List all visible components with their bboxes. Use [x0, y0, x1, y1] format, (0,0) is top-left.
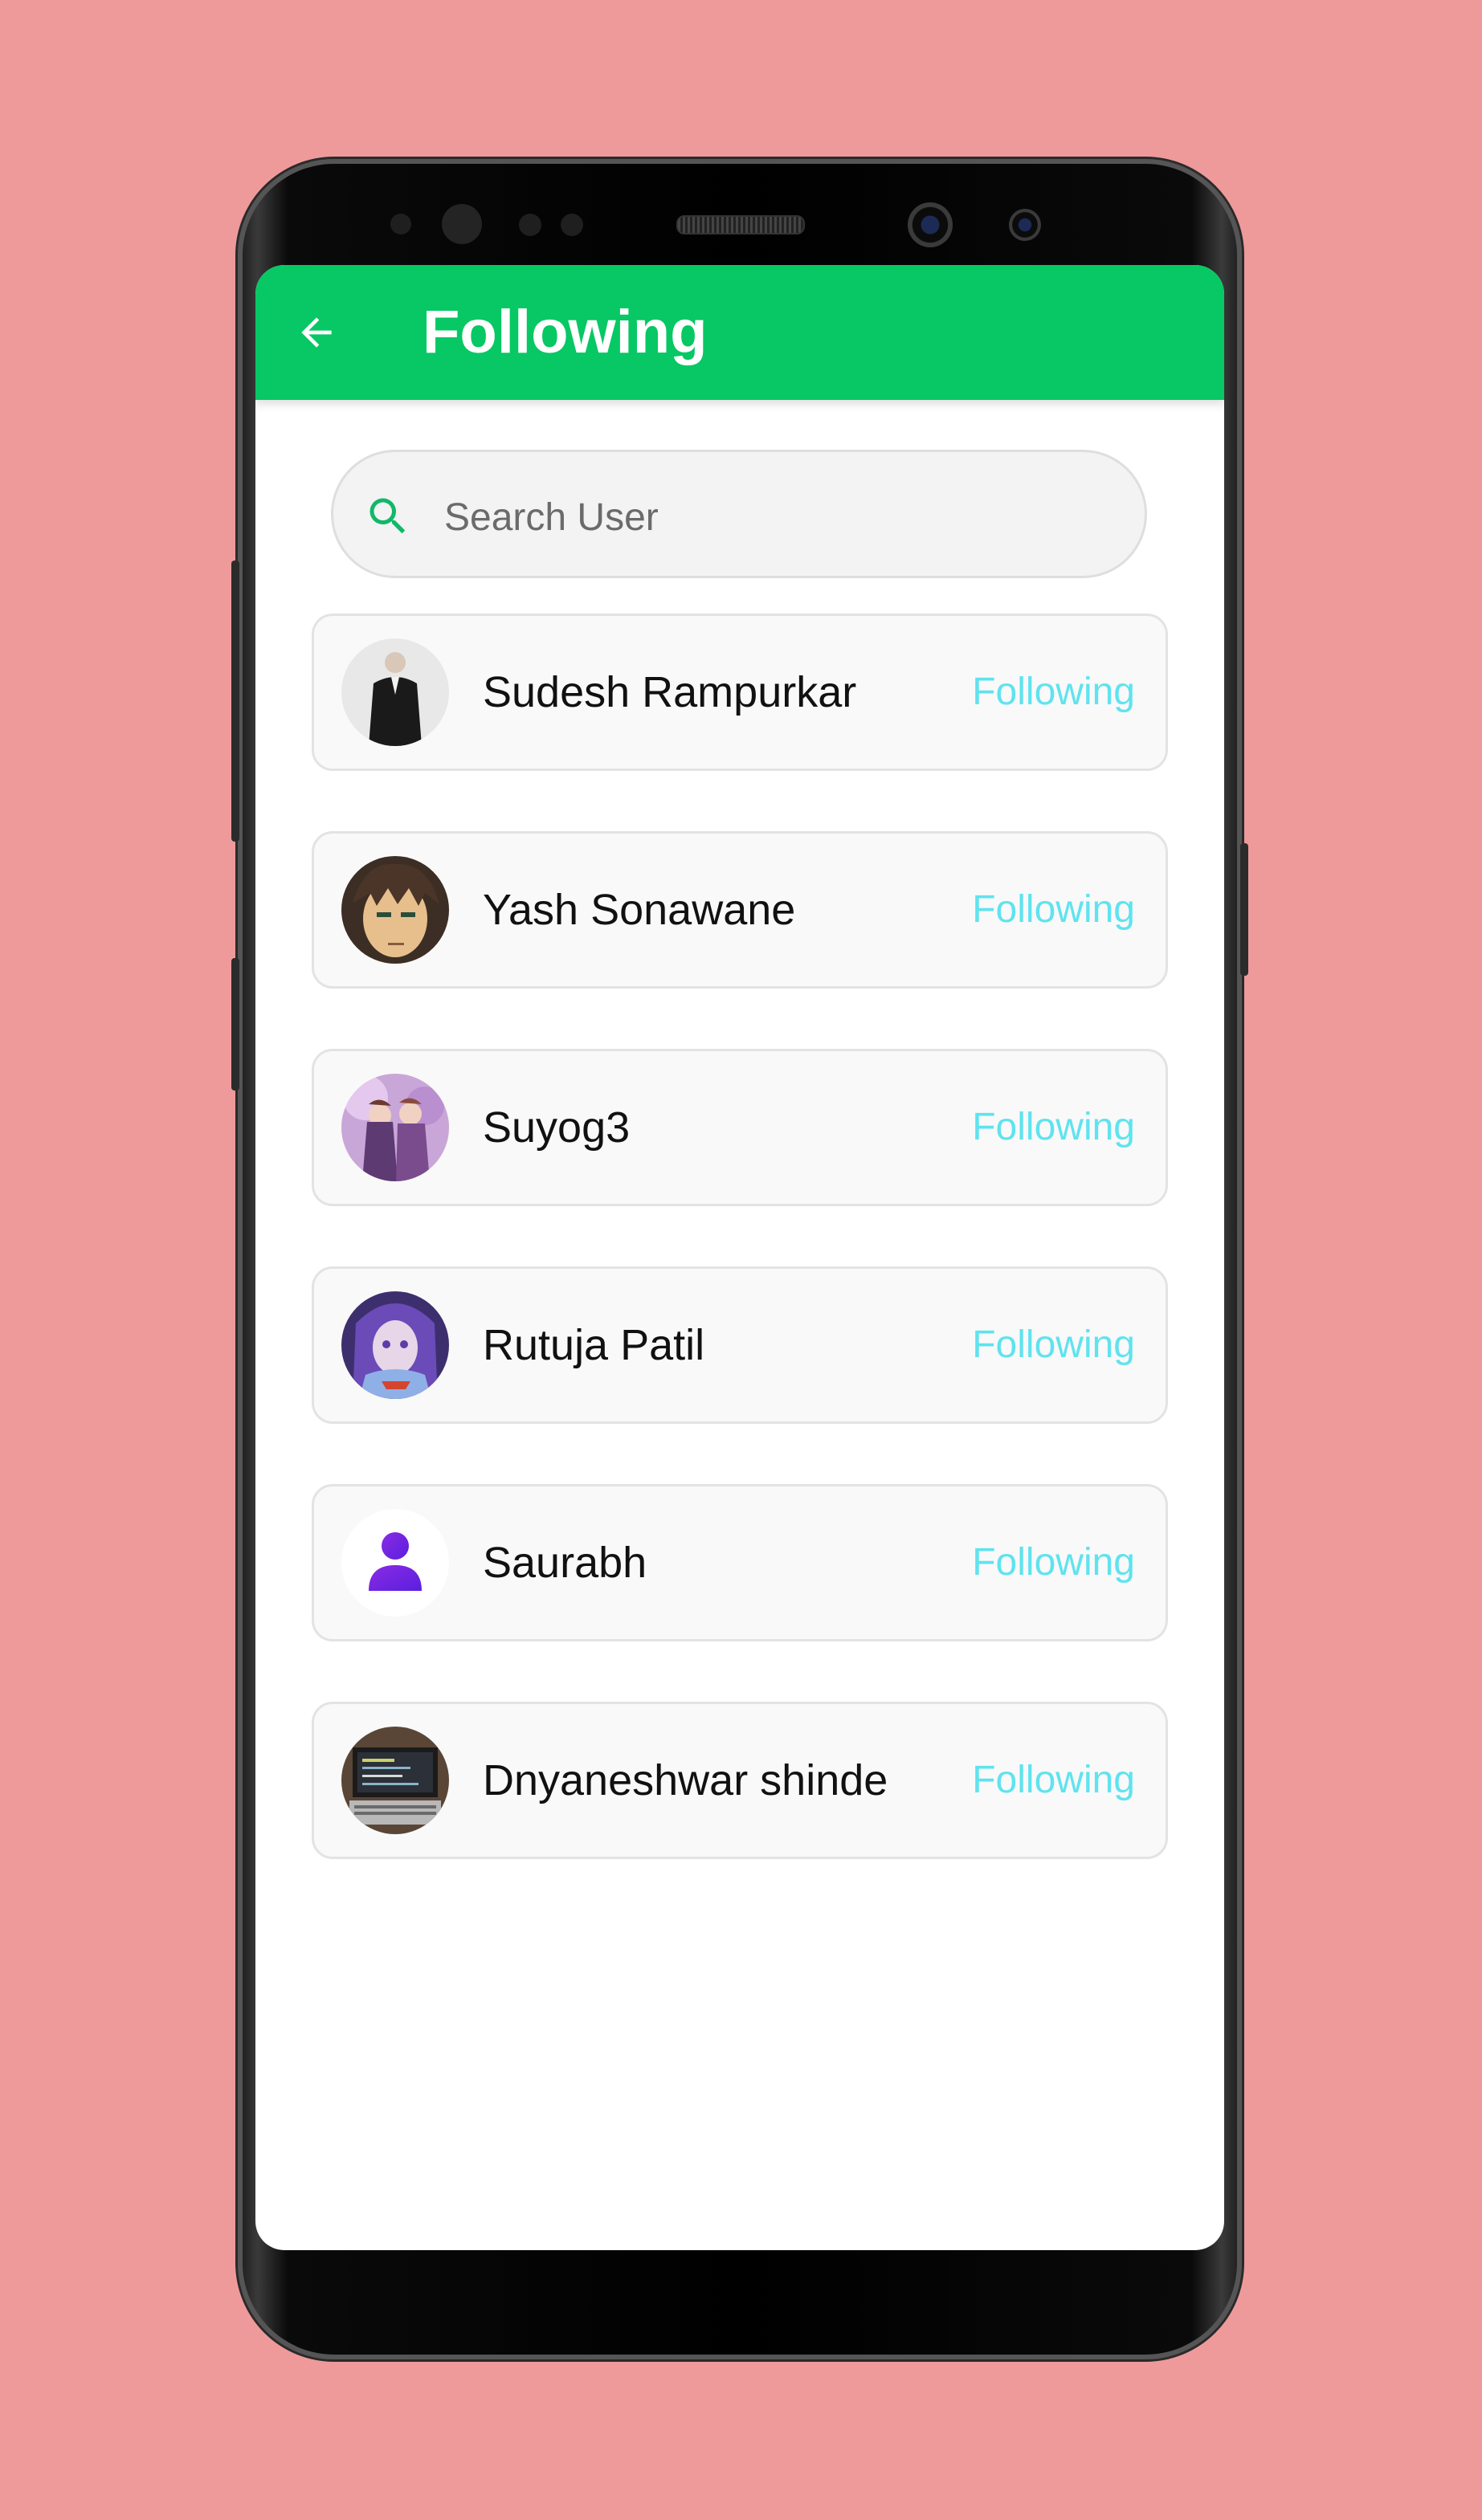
list-item[interactable]: Dnyaneshwar shinde Following	[312, 1702, 1168, 1859]
app-screen: Following Search User Sudesh Rampurkar F…	[255, 265, 1224, 2250]
phone-frame: Following Search User Sudesh Rampurkar F…	[231, 159, 1248, 2359]
front-camera	[908, 202, 953, 247]
user-name: Sudesh Rampurkar	[483, 668, 857, 716]
search-input[interactable]	[443, 476, 1104, 558]
following-button[interactable]: Following	[972, 882, 1135, 938]
user-name: Suyog3	[483, 1103, 631, 1152]
list-item[interactable]: Suyog3 Following	[312, 1049, 1168, 1206]
search-icon	[364, 492, 412, 540]
user-name: Dnyaneshwar shinde	[483, 1756, 888, 1804]
page-title: Following	[423, 298, 708, 366]
default-person-icon	[341, 1509, 449, 1617]
arrow-left-icon	[301, 317, 332, 348]
bixby-button	[231, 958, 239, 1091]
front-sensor	[1009, 209, 1041, 241]
following-button[interactable]: Following	[972, 664, 1135, 720]
list-item[interactable]: Rutuja Patil Following	[312, 1266, 1168, 1424]
iris-sensor	[442, 204, 482, 244]
app-bar: Following	[255, 265, 1224, 400]
power-button	[1240, 843, 1248, 976]
user-avatar	[341, 1074, 449, 1181]
user-name: Rutuja Patil	[483, 1321, 705, 1369]
sensor-dot	[561, 214, 583, 236]
following-button[interactable]: Following	[972, 1099, 1135, 1156]
following-button[interactable]: Following	[972, 1317, 1135, 1373]
volume-button	[231, 561, 239, 842]
user-avatar	[341, 1291, 449, 1399]
following-button[interactable]: Following	[972, 1535, 1135, 1591]
list-item[interactable]: Saurabh Following	[312, 1484, 1168, 1641]
user-avatar	[341, 638, 449, 746]
search-bar[interactable]	[331, 450, 1147, 578]
sensor-dot	[519, 214, 541, 236]
user-name: Yash Sonawane	[483, 886, 796, 934]
user-avatar	[341, 856, 449, 964]
following-button[interactable]: Following	[972, 1752, 1135, 1808]
list-item[interactable]: Yash Sonawane Following	[312, 831, 1168, 989]
mockup-stage: Following Search User Sudesh Rampurkar F…	[0, 0, 1482, 2520]
sensor-dot	[390, 214, 411, 234]
user-name: Saurabh	[483, 1539, 647, 1587]
user-avatar	[341, 1727, 449, 1834]
back-button[interactable]	[291, 307, 342, 358]
list-item[interactable]: Sudesh Rampurkar Following	[312, 614, 1168, 771]
earpiece-speaker	[676, 215, 805, 234]
